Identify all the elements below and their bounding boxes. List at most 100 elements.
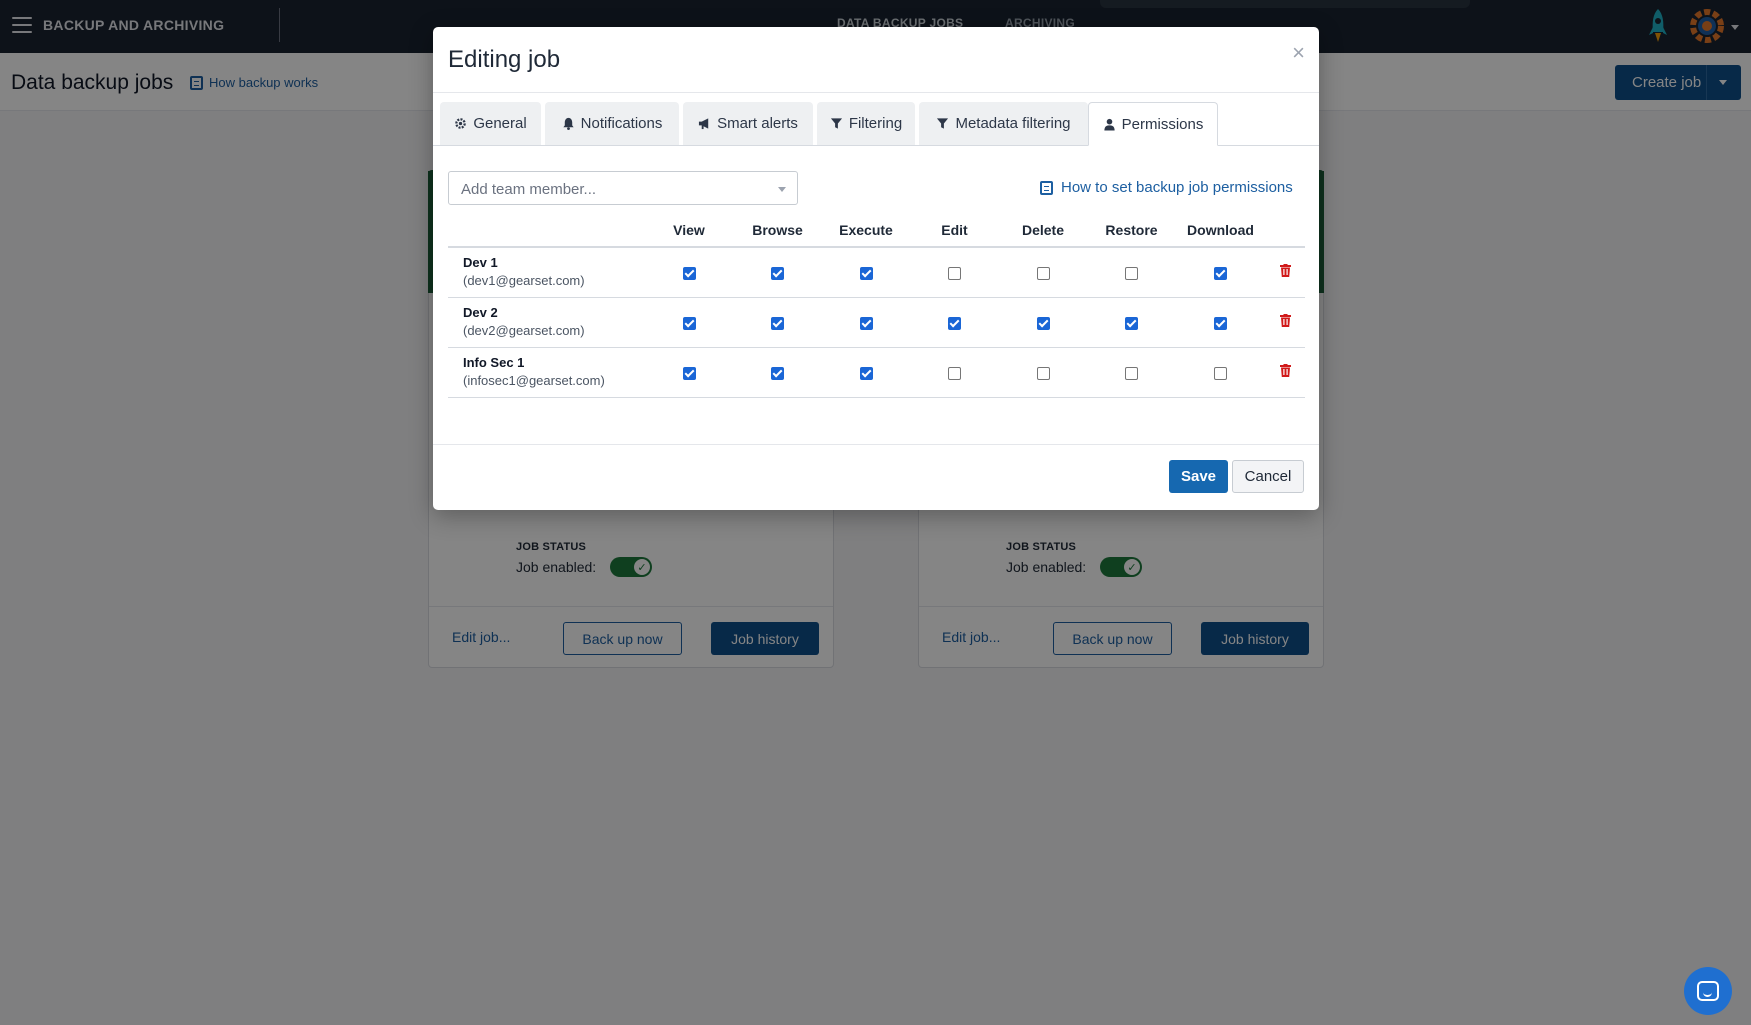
permission-cell bbox=[645, 247, 733, 298]
permission-cell bbox=[645, 297, 733, 348]
tab-smart-alerts[interactable]: Smart alerts bbox=[683, 102, 813, 145]
permissions-help-label: How to set backup job permissions bbox=[1061, 179, 1293, 196]
tab-notifications-label: Notifications bbox=[580, 115, 663, 132]
table-row: Info Sec 1 (infosec1@gearset.com) bbox=[448, 347, 1305, 398]
member-email: (dev2@gearset.com) bbox=[463, 323, 585, 338]
column-header-execute: Execute bbox=[822, 213, 910, 248]
megaphone-icon bbox=[698, 118, 709, 130]
tab-general-label: General bbox=[473, 115, 527, 132]
actions-cell bbox=[1265, 247, 1305, 298]
trash-icon[interactable] bbox=[1279, 314, 1291, 327]
download-permission-checkbox[interactable] bbox=[1214, 366, 1227, 380]
permission-cell bbox=[822, 347, 910, 398]
edit-permission-checkbox[interactable] bbox=[948, 366, 961, 380]
tab-permissions[interactable]: Permissions bbox=[1088, 102, 1218, 146]
member-cell: Info Sec 1 (infosec1@gearset.com) bbox=[448, 347, 645, 398]
restore-permission-checkbox[interactable] bbox=[1125, 316, 1138, 330]
permission-cell bbox=[1087, 247, 1176, 298]
tab-filtering[interactable]: Filtering bbox=[817, 102, 915, 145]
permission-cell bbox=[1176, 247, 1265, 298]
permission-cell bbox=[1087, 347, 1176, 398]
column-header-restore: Restore bbox=[1087, 213, 1176, 248]
bell-icon bbox=[563, 117, 574, 130]
member-name: Info Sec 1 bbox=[463, 355, 525, 370]
permission-cell bbox=[910, 347, 999, 398]
restore-permission-checkbox[interactable] bbox=[1125, 267, 1138, 281]
browse-permission-checkbox[interactable] bbox=[771, 366, 784, 380]
view-permission-checkbox[interactable] bbox=[682, 366, 696, 380]
tab-permissions-label: Permissions bbox=[1121, 115, 1204, 133]
tab-bar: General Notifications Smart alerts Filte… bbox=[433, 93, 1319, 146]
trash-icon[interactable] bbox=[1279, 264, 1291, 278]
permission-cell bbox=[822, 247, 910, 298]
filter-icon bbox=[937, 118, 949, 129]
download-permission-checkbox[interactable] bbox=[1214, 267, 1227, 281]
column-header-browse: Browse bbox=[733, 213, 822, 248]
member-name: Dev 1 bbox=[463, 255, 498, 271]
tab-filtering-label: Filtering bbox=[848, 115, 903, 132]
permission-cell bbox=[733, 247, 822, 298]
member-email: (dev1@gearset.com) bbox=[463, 273, 585, 289]
chevron-down-icon[interactable] bbox=[778, 187, 786, 192]
document-icon bbox=[1040, 180, 1053, 195]
modal-title: Editing job bbox=[448, 46, 561, 73]
column-header-delete: Delete bbox=[999, 213, 1087, 248]
permission-cell bbox=[1176, 347, 1265, 398]
actions-cell bbox=[1265, 347, 1305, 398]
column-header-edit: Edit bbox=[910, 213, 999, 248]
execute-permission-checkbox[interactable] bbox=[859, 366, 873, 380]
user-icon bbox=[1104, 118, 1115, 131]
permission-cell bbox=[733, 347, 822, 398]
view-permission-checkbox[interactable] bbox=[682, 267, 696, 281]
tab-metadata-filtering-label: Metadata filtering bbox=[955, 115, 1071, 132]
permission-cell bbox=[733, 297, 822, 348]
table-row: Dev 2 (dev2@gearset.com) bbox=[448, 297, 1305, 348]
permission-cell bbox=[822, 297, 910, 348]
filter-icon bbox=[830, 118, 842, 129]
column-header-member bbox=[448, 213, 645, 248]
tab-metadata-filtering[interactable]: Metadata filtering bbox=[919, 102, 1088, 145]
execute-permission-checkbox[interactable] bbox=[859, 316, 873, 330]
permission-cell bbox=[645, 347, 733, 398]
save-button[interactable]: Save bbox=[1169, 460, 1228, 493]
permission-cell bbox=[999, 347, 1087, 398]
member-cell: Dev 2 (dev2@gearset.com) bbox=[448, 297, 645, 348]
restore-permission-checkbox[interactable] bbox=[1125, 366, 1138, 380]
view-permission-checkbox[interactable] bbox=[682, 316, 696, 330]
member-email: (infosec1@gearset.com) bbox=[463, 373, 605, 388]
column-header-actions bbox=[1265, 213, 1305, 248]
gear-icon bbox=[455, 118, 467, 129]
edit-job-modal: Editing job × General Notifications Smar… bbox=[433, 27, 1319, 510]
permission-cell bbox=[910, 297, 999, 348]
chat-button[interactable] bbox=[1684, 967, 1732, 1015]
tab-general[interactable]: General bbox=[440, 102, 541, 145]
edit-permission-checkbox[interactable] bbox=[948, 316, 961, 330]
permissions-table: View Browse Execute Edit Delete Restore … bbox=[448, 213, 1305, 398]
column-header-view: View bbox=[645, 213, 733, 248]
permission-cell bbox=[1176, 297, 1265, 348]
close-icon[interactable]: × bbox=[1292, 40, 1305, 66]
modal-header: Editing job × bbox=[433, 27, 1319, 93]
add-team-member-select[interactable]: Add team member... bbox=[448, 171, 798, 205]
modal-footer: Save Cancel bbox=[433, 444, 1319, 510]
chat-icon bbox=[1697, 981, 1719, 1001]
permission-cell bbox=[910, 247, 999, 298]
tab-notifications[interactable]: Notifications bbox=[545, 102, 679, 145]
member-name: Dev 2 bbox=[463, 305, 498, 320]
actions-cell bbox=[1265, 297, 1305, 348]
permission-cell bbox=[1087, 297, 1176, 348]
cancel-button[interactable]: Cancel bbox=[1232, 460, 1304, 493]
member-cell: Dev 1 (dev1@gearset.com) bbox=[448, 247, 645, 298]
delete-permission-checkbox[interactable] bbox=[1036, 366, 1050, 380]
delete-permission-checkbox[interactable] bbox=[1036, 267, 1050, 281]
browse-permission-checkbox[interactable] bbox=[771, 267, 784, 281]
permission-cell bbox=[999, 297, 1087, 348]
delete-permission-checkbox[interactable] bbox=[1036, 316, 1050, 330]
permissions-help-link[interactable]: How to set backup job permissions bbox=[1040, 179, 1293, 196]
edit-permission-checkbox[interactable] bbox=[948, 267, 961, 281]
download-permission-checkbox[interactable] bbox=[1214, 316, 1227, 330]
trash-icon[interactable] bbox=[1279, 364, 1291, 377]
execute-permission-checkbox[interactable] bbox=[859, 267, 873, 281]
permission-cell bbox=[999, 247, 1087, 298]
browse-permission-checkbox[interactable] bbox=[771, 316, 784, 330]
